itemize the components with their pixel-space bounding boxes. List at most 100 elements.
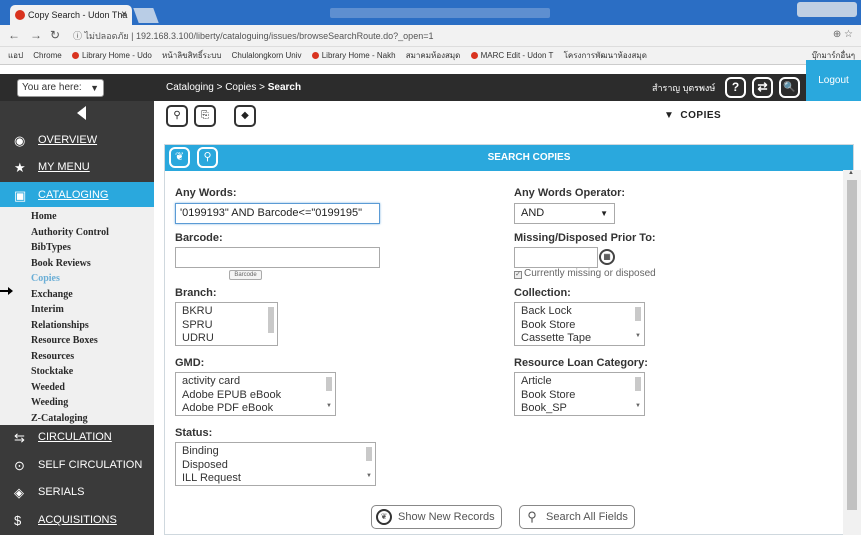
sidebar-item-overview[interactable]: ◉ Overview [0,127,154,154]
sidebar-item-acquisitions[interactable]: $ Acquisitions [0,507,154,534]
list-item[interactable]: BKRU [182,305,277,319]
annotation-arrow [0,287,13,295]
show-new-records-button[interactable]: ❦ Show New Records [371,505,502,529]
triangle-down-icon: ▼ [664,110,675,121]
submenu-item-stocktake[interactable]: Stocktake [31,364,154,380]
list-item[interactable]: Article [521,375,644,389]
list-item[interactable]: UDRU [182,332,277,346]
submenu-item-relationships[interactable]: Relationships [31,318,154,334]
sidebar-item-circulation[interactable]: ⇆ Circulation [0,424,154,451]
submenu-item-weeded[interactable]: Weeded [31,380,154,396]
bookmark-item[interactable]: MARC Edit - Udon T [470,47,553,64]
list-item[interactable]: Binding [182,445,375,459]
scrollbar[interactable] [635,307,641,321]
breadcrumb-path[interactable]: Cataloging > Copies > [166,82,268,93]
list-item[interactable]: Book Store [521,319,644,333]
book-icon: ▣ [14,188,27,203]
sidebar-item-serials[interactable]: ◈ Serials [0,479,154,506]
submenu-item-interim[interactable]: Interim [31,302,154,318]
bookmark-item[interactable]: Library Home - Udo [71,47,152,64]
calendar-icon[interactable]: ▦ [599,249,615,265]
sidebar-item-label: Acquisitions [38,514,117,526]
window-controls[interactable] [797,2,857,17]
bookmark-item[interactable]: Library Home - Nakh [311,47,396,64]
bookmark-item[interactable]: สมาคมห้องสมุด [406,47,461,64]
list-item[interactable]: Back Lock [521,305,644,319]
sidebar-item-cataloging[interactable]: ▣ Cataloging [0,182,154,209]
tab-close-icon[interactable]: × [121,5,127,25]
bookmark-item[interactable]: หน้าลิขสิทธิ์ระบบ [162,47,221,64]
binoculars-icon[interactable]: ⚲ [166,105,188,127]
list-item[interactable]: Adobe EPUB eBook [182,389,335,403]
bookmark-item[interactable]: โครงการพัฒนาห้องสมุด [564,47,647,64]
any-words-input[interactable]: '0199193" AND Barcode<="0199195" [175,203,380,224]
scrollbar-thumb[interactable] [847,180,857,510]
list-item[interactable]: Book Store [521,389,644,403]
sidebar-item-self-circulation[interactable]: ⊙ Self Circulation [0,452,154,479]
gmd-listbox[interactable]: activity card Adobe EPUB eBook Adobe PDF… [175,372,336,416]
collection-listbox[interactable]: Back Lock Book Store Cassette Tape ▼ [514,302,645,346]
swap-icon[interactable]: ⇄ [752,77,773,98]
list-item[interactable]: Cassette Tape [521,332,644,346]
favicon-icon [15,10,25,20]
tab-title: Copy Search - Udon Tha [28,10,128,20]
bookmark-item[interactable]: Chulalongkorn Univ [232,47,302,64]
you-are-here-dropdown[interactable]: You are here: ▼ [17,79,104,97]
new-tab-button[interactable] [133,8,159,23]
submenu-item-resources[interactable]: Resources [31,349,154,365]
bookmarks-bar: แอป Chrome Library Home - Udo หน้าลิขสิท… [0,47,861,65]
scroll-up-icon[interactable]: ▲ [848,170,854,176]
tag-icon[interactable]: ◆ [234,105,256,127]
list-item[interactable]: Book_SP [521,402,644,416]
submenu-item-authority-control[interactable]: Authority Control [31,225,154,241]
scrollbar[interactable] [366,447,372,461]
url-field[interactable]: ⓘ ไม่ปลอดภัย | 192.168.3.100/liberty/cat… [73,28,803,44]
bookmark-item[interactable]: Chrome [33,47,61,64]
search-icon[interactable]: 🔍 [779,77,800,98]
help-icon[interactable]: ? [725,77,746,98]
collapse-sidebar-icon[interactable] [77,106,86,120]
barcode-lookup-button[interactable]: Barcode [229,270,262,280]
submenu-item-exchange[interactable]: Exchange [31,287,154,303]
list-item[interactable]: Disposed [182,459,375,473]
copies-label: COPIES [680,110,722,121]
copy-record-icon[interactable]: ⎘ [194,105,216,127]
missing-checkbox-row[interactable]: ✓ Currently missing or disposed [514,268,656,279]
page-scrollbar[interactable]: ▲ [843,170,861,535]
missing-date-input[interactable] [514,247,598,268]
scrollbar[interactable] [268,307,274,333]
browser-tab[interactable]: Copy Search - Udon Tha × [10,5,132,25]
sidebar-item-my-menu[interactable]: ★ My Menu [0,154,154,181]
barcode-input[interactable] [175,247,380,268]
sidebar-item-label: Cataloging [38,189,109,201]
search-all-fields-button[interactable]: ⚲ Search All Fields [519,505,635,529]
scroll-down-icon[interactable]: ▼ [326,400,332,414]
list-item[interactable]: activity card [182,375,335,389]
scroll-down-icon[interactable]: ▼ [635,400,641,414]
list-item[interactable]: Adobe PDF eBook [182,402,335,416]
forward-arrow-icon[interactable]: → [30,28,42,42]
bookmark-star-icon[interactable]: ⊕ ☆ [833,29,853,40]
copies-section-toggle[interactable]: ▼ COPIES [664,110,721,121]
status-listbox[interactable]: Binding Disposed ILL Request ▼ [175,442,376,486]
logout-button[interactable]: Logout [806,60,861,101]
submenu-item-book-reviews[interactable]: Book Reviews [31,256,154,272]
scrollbar[interactable] [635,377,641,391]
submenu-item-weeding[interactable]: Weeding [31,395,154,411]
scroll-down-icon[interactable]: ▼ [366,470,372,484]
operator-select[interactable]: AND ▼ [514,203,615,224]
missing-checkbox[interactable]: ✓ [514,271,522,279]
submenu-item-home[interactable]: Home [31,209,154,225]
back-arrow-icon[interactable]: ← [8,28,20,42]
submenu-item-bibtypes[interactable]: BibTypes [31,240,154,256]
scroll-down-icon[interactable]: ▼ [635,330,641,344]
scrollbar[interactable] [326,377,332,391]
list-item[interactable]: SPRU [182,319,277,333]
bookmark-item[interactable]: แอป [8,47,23,64]
submenu-item-copies[interactable]: Copies [31,271,154,287]
branch-listbox[interactable]: BKRU SPRU UDRU [175,302,278,346]
loan-category-listbox[interactable]: Article Book Store Book_SP ▼ [514,372,645,416]
submenu-item-resource-boxes[interactable]: Resource Boxes [31,333,154,349]
reload-icon[interactable]: ↻ [50,28,60,42]
list-item[interactable]: ILL Request [182,472,375,486]
